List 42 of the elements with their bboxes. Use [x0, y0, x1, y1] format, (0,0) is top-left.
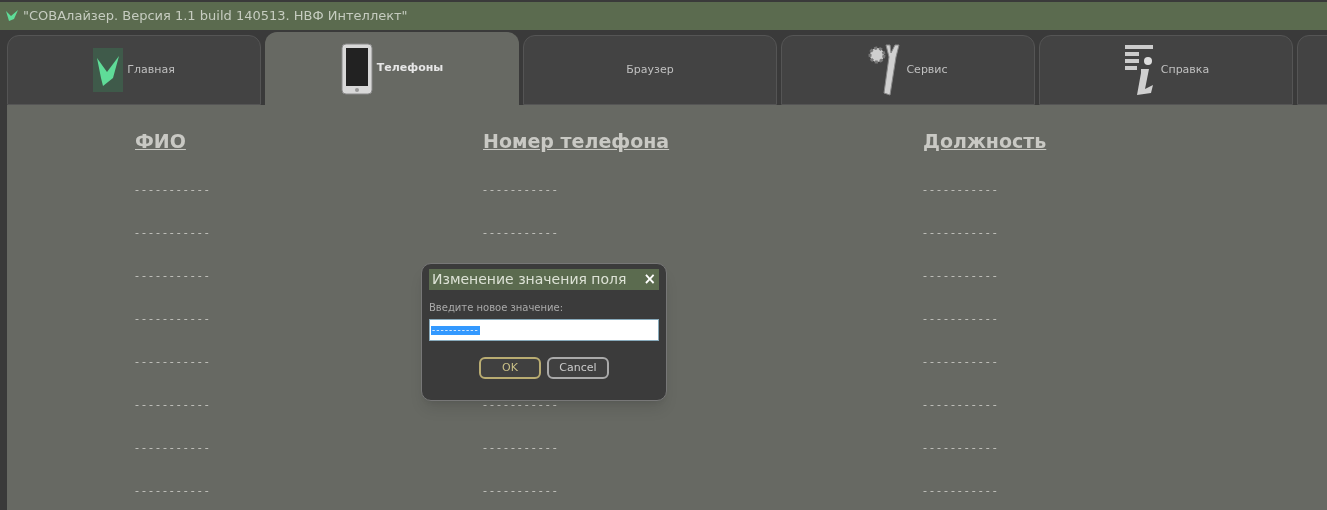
table-cell[interactable]: -----------: [135, 270, 212, 284]
dialog-button[interactable]: OK: [479, 357, 541, 379]
tab[interactable]: Телефоны: [265, 32, 519, 105]
table-cell[interactable]: -----------: [135, 399, 212, 413]
table-cell[interactable]: -----------: [135, 227, 212, 241]
tablet-icon: [340, 42, 373, 95]
column-header[interactable]: Номер телефона: [483, 127, 670, 184]
tab[interactable]: Справка: [1039, 35, 1293, 105]
table-cell[interactable]: -----------: [483, 227, 560, 241]
tab[interactable]: [1297, 35, 1327, 105]
close-button[interactable]: ×: [643, 272, 656, 287]
table-cell[interactable]: -----------: [923, 485, 1000, 499]
table-cell[interactable]: -----------: [483, 485, 560, 499]
table-cell[interactable]: -----------: [923, 399, 1000, 413]
table-cell[interactable]: -----------: [135, 442, 212, 456]
column-header[interactable]: Должность: [923, 127, 1047, 184]
tab[interactable]: Браузер: [523, 35, 777, 105]
column-header[interactable]: ФИО: [135, 127, 186, 184]
table-cell[interactable]: -----------: [483, 184, 560, 198]
prompt-label: Введите новое значение:: [429, 301, 565, 315]
dialog-button[interactable]: Cancel: [547, 357, 609, 379]
tab[interactable]: Главная: [7, 35, 261, 105]
table-cell[interactable]: -----------: [135, 485, 212, 499]
input-field[interactable]: -----------: [429, 319, 659, 341]
table-cell[interactable]: -----------: [483, 442, 560, 456]
table-cell[interactable]: -----------: [483, 399, 560, 413]
dialog-title: Изменение значения поля: [432, 270, 627, 289]
table-cell[interactable]: -----------: [923, 227, 1000, 241]
bird-icon: [5, 10, 19, 22]
table-cell[interactable]: -----------: [135, 184, 212, 198]
table-cell[interactable]: -----------: [135, 356, 212, 370]
table-cell[interactable]: -----------: [923, 313, 1000, 327]
tab[interactable]: Сервис: [781, 35, 1035, 105]
window-title: "СОВАлайзер. Версия 1.1 build 140513. НВФ Интеллект": [23, 7, 408, 26]
table-cell[interactable]: -----------: [923, 356, 1000, 370]
wrench-gear-icon: [868, 43, 903, 97]
table-cell[interactable]: -----------: [923, 270, 1000, 284]
selected-text: -----------: [431, 325, 480, 335]
table-cell[interactable]: -----------: [923, 184, 1000, 198]
table-cell[interactable]: -----------: [135, 313, 212, 327]
bird-icon: [93, 48, 124, 92]
table-cell[interactable]: -----------: [923, 442, 1000, 456]
